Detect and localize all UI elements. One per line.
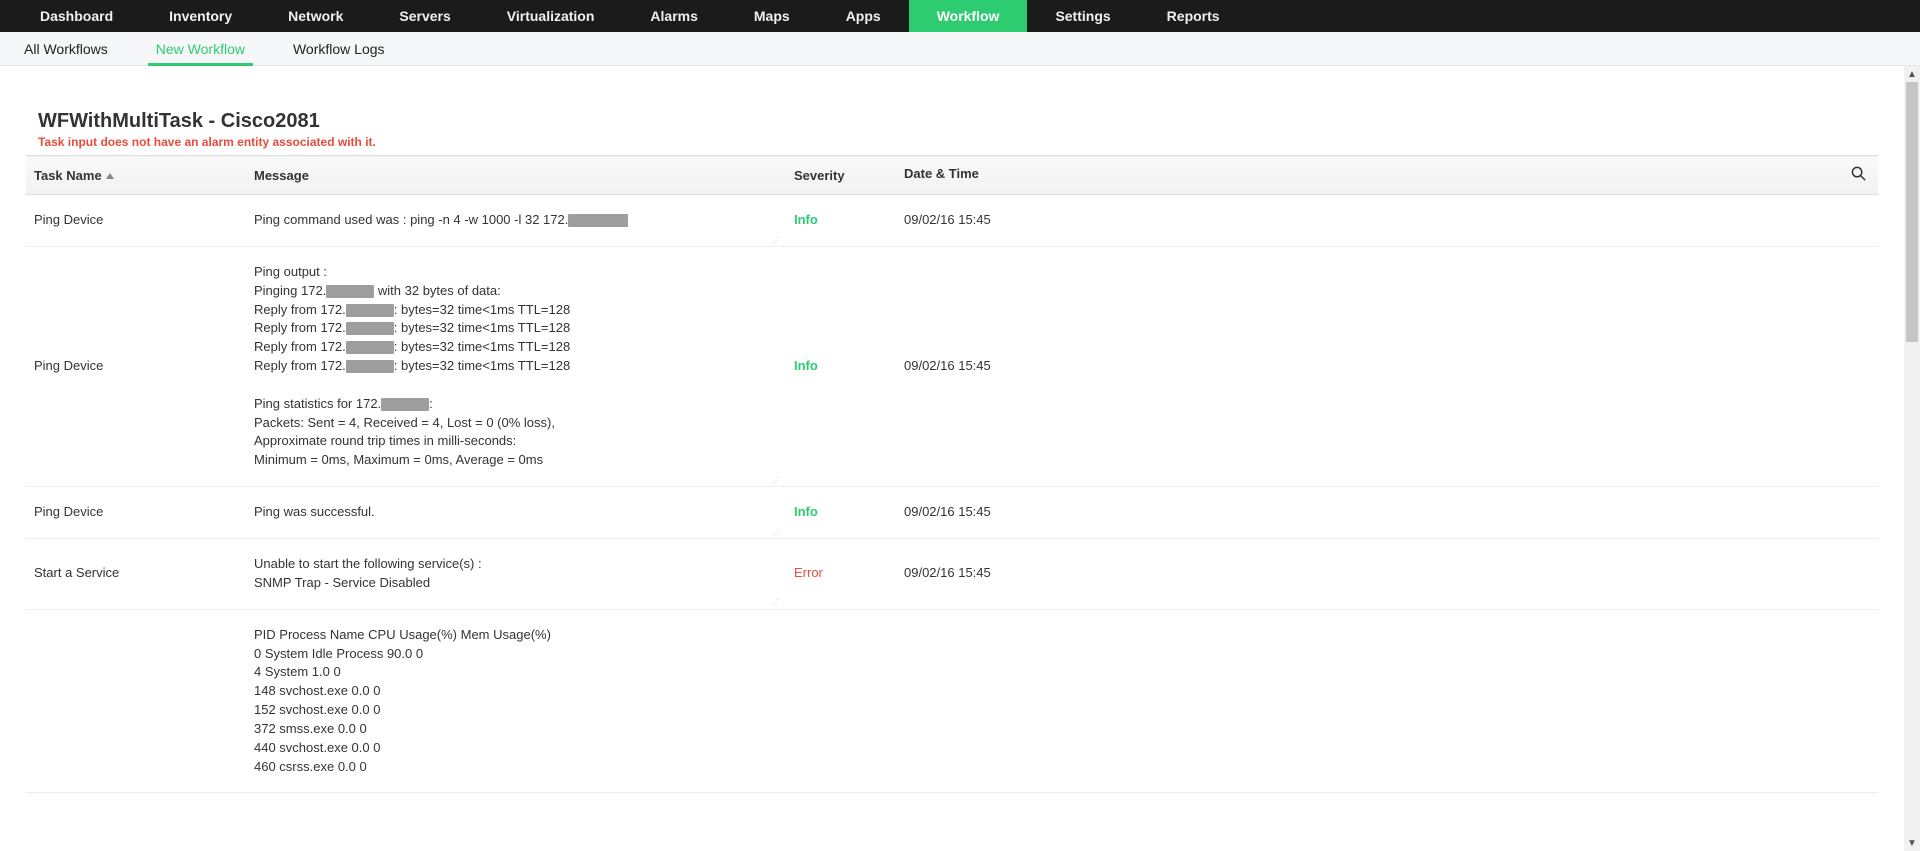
cell-task-name: Ping Device — [26, 487, 246, 539]
cell-task-name: Ping Device — [26, 195, 246, 247]
table-row: Ping DevicePing output : Pinging 172. wi… — [26, 246, 1878, 486]
cell-datetime: 09/02/16 15:45 — [896, 246, 1878, 486]
cell-task-name — [26, 609, 246, 793]
nav-item-apps[interactable]: Apps — [818, 0, 909, 32]
col-message-label: Message — [254, 168, 309, 183]
nav-item-network[interactable]: Network — [260, 0, 371, 32]
severity-badge: Info — [794, 358, 818, 373]
table-row: Ping DevicePing command used was : ping … — [26, 195, 1878, 247]
col-task-name[interactable]: Task Name — [26, 156, 246, 195]
page-title: WFWithMultiTask - Cisco2081 — [38, 110, 1904, 133]
cell-datetime: 09/02/16 15:45 — [896, 195, 1878, 247]
nav-item-reports[interactable]: Reports — [1139, 0, 1248, 32]
col-severity-label: Severity — [794, 168, 845, 183]
redacted-segment — [326, 285, 374, 298]
main-navbar: DashboardInventoryNetworkServersVirtuali… — [0, 0, 1920, 32]
cell-severity: Info — [786, 487, 896, 539]
cell-message: PID Process Name CPU Usage(%) Mem Usage(… — [246, 609, 786, 793]
col-datetime[interactable]: Date & Time — [896, 156, 1878, 195]
nav-item-alarms[interactable]: Alarms — [622, 0, 725, 32]
col-datetime-label: Date & Time — [904, 166, 979, 181]
col-severity[interactable]: Severity — [786, 156, 896, 195]
cell-severity: Error — [786, 538, 896, 609]
tab-new-workflow[interactable]: New Workflow — [156, 33, 245, 65]
log-table: Task Name Message Severity Date & Time P… — [26, 155, 1878, 793]
cell-datetime — [896, 609, 1878, 793]
scrollbar-up-arrow[interactable]: ▲ — [1904, 66, 1920, 82]
log-table-body: Ping DevicePing command used was : ping … — [26, 195, 1878, 793]
table-row: Start a ServiceUnable to start the follo… — [26, 538, 1878, 609]
scrollbar-thumb[interactable] — [1906, 82, 1918, 342]
redacted-segment — [568, 214, 628, 227]
table-header-row: Task Name Message Severity Date & Time — [26, 156, 1878, 195]
nav-item-settings[interactable]: Settings — [1027, 0, 1138, 32]
cell-message: Ping command used was : ping -n 4 -w 100… — [246, 195, 786, 247]
resize-handle-icon: ⋰ — [772, 601, 780, 604]
vertical-scrollbar[interactable]: ▲ ▼ — [1904, 66, 1920, 851]
content-scroll-area[interactable]: WFWithMultiTask - Cisco2081 Task input d… — [0, 66, 1904, 851]
nav-item-maps[interactable]: Maps — [726, 0, 818, 32]
workflow-subnav: All Workflows New Workflow Workflow Logs — [0, 32, 1920, 66]
redacted-segment — [381, 398, 429, 411]
resize-handle-icon: ⋰ — [772, 239, 780, 242]
col-task-name-label: Task Name — [34, 168, 102, 183]
nav-item-servers[interactable]: Servers — [371, 0, 478, 32]
log-table-wrap: Task Name Message Severity Date & Time P… — [0, 155, 1904, 793]
scrollbar-down-arrow[interactable]: ▼ — [1904, 835, 1920, 851]
cell-message: Ping output : Pinging 172. with 32 bytes… — [246, 246, 786, 486]
nav-item-inventory[interactable]: Inventory — [141, 0, 260, 32]
resize-handle-icon: ⋰ — [772, 531, 780, 534]
cell-task-name: Ping Device — [26, 246, 246, 486]
cell-message: Ping was successful.⋰ — [246, 487, 786, 539]
table-row: Ping DevicePing was successful.⋰ Info 09/0… — [26, 487, 1878, 539]
search-icon[interactable] — [1851, 166, 1866, 184]
table-row: PID Process Name CPU Usage(%) Mem Usage(… — [26, 609, 1878, 793]
page-alert: Task input does not have an alarm entity… — [38, 135, 1904, 149]
cell-task-name: Start a Service — [26, 538, 246, 609]
tab-workflow-logs[interactable]: Workflow Logs — [293, 33, 385, 65]
severity-badge: Info — [794, 212, 818, 227]
redacted-segment — [346, 341, 394, 354]
tab-all-workflows[interactable]: All Workflows — [24, 33, 108, 65]
page-header: WFWithMultiTask - Cisco2081 Task input d… — [0, 66, 1904, 155]
cell-message: Unable to start the following service(s)… — [246, 538, 786, 609]
col-message[interactable]: Message — [246, 156, 786, 195]
redacted-segment — [346, 322, 394, 335]
nav-item-virtualization[interactable]: Virtualization — [479, 0, 623, 32]
cell-severity — [786, 609, 896, 793]
cell-severity: Info — [786, 195, 896, 247]
nav-item-workflow[interactable]: Workflow — [909, 0, 1028, 32]
cell-severity: Info — [786, 246, 896, 486]
cell-datetime: 09/02/16 15:45 — [896, 487, 1878, 539]
resize-handle-icon: ⋰ — [772, 479, 780, 482]
redacted-segment — [346, 360, 394, 373]
redacted-segment — [346, 304, 394, 317]
severity-badge: Info — [794, 504, 818, 519]
cell-datetime: 09/02/16 15:45 — [896, 538, 1878, 609]
nav-item-dashboard[interactable]: Dashboard — [12, 0, 141, 32]
severity-badge: Error — [794, 565, 823, 580]
